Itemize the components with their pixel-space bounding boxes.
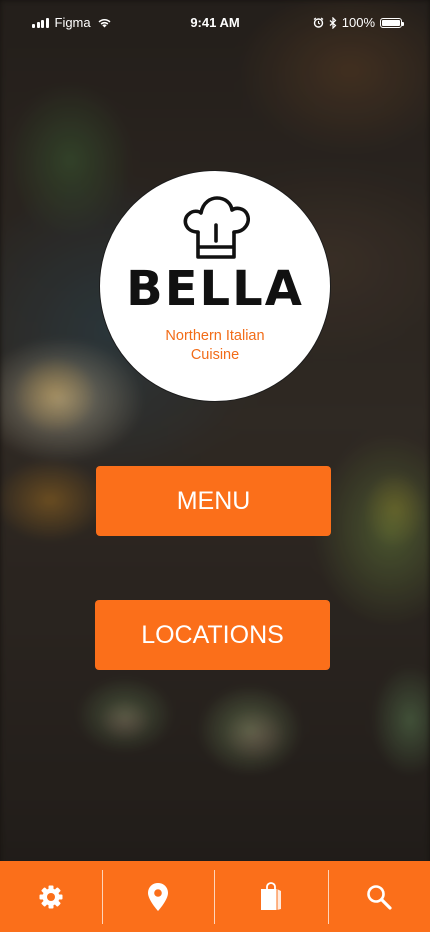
logo-subtitle-line1: Northern Italian bbox=[165, 328, 265, 344]
chef-hat-icon bbox=[183, 196, 251, 259]
logo-badge: BELLA Northern Italian Cuisine bbox=[99, 170, 331, 402]
location-pin-icon bbox=[148, 882, 169, 911]
menu-button[interactable]: MENU bbox=[96, 466, 331, 536]
tab-search[interactable] bbox=[329, 869, 430, 925]
tab-locations[interactable] bbox=[103, 869, 213, 925]
bluetooth-icon bbox=[329, 16, 337, 29]
battery-icon bbox=[380, 17, 404, 28]
battery-percent: 100% bbox=[341, 15, 375, 30]
tab-settings[interactable] bbox=[0, 869, 102, 925]
locations-button[interactable]: LOCATIONS bbox=[95, 600, 330, 670]
logo-subtitle: Northern Italian Cuisine bbox=[100, 327, 330, 365]
logo-name: BELLA bbox=[126, 261, 304, 317]
status-bar: Figma 9:41 AM 100% bbox=[0, 0, 430, 44]
logo-subtitle-line2: Cuisine bbox=[190, 347, 240, 363]
search-icon bbox=[367, 884, 392, 910]
alarm-icon bbox=[313, 17, 324, 28]
bottom-tab-bar bbox=[0, 861, 430, 932]
shopping-bag-icon bbox=[261, 881, 282, 910]
home-screen: Figma 9:41 AM 100% BELLA Northern Italia… bbox=[0, 0, 430, 932]
tab-orders[interactable] bbox=[215, 869, 328, 925]
gear-icon bbox=[39, 885, 63, 908]
